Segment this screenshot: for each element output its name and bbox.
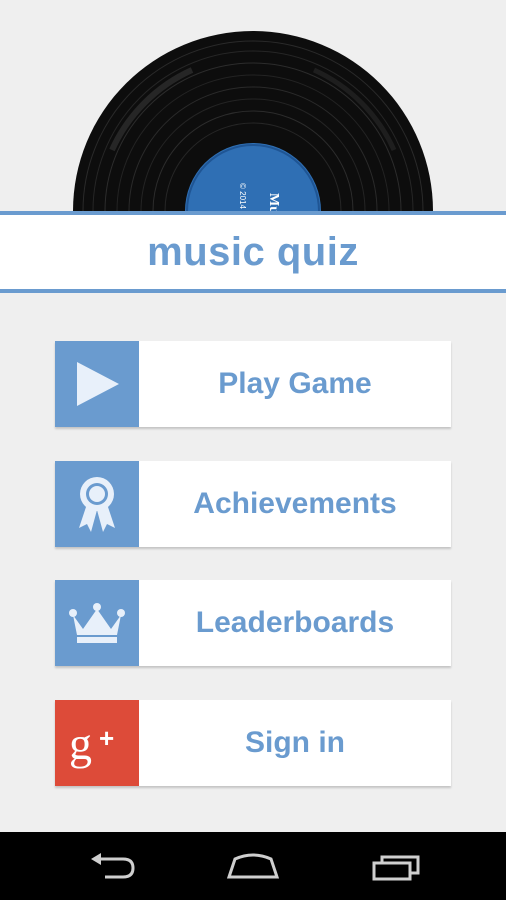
app-title: music quiz <box>147 229 359 274</box>
home-icon <box>226 853 280 879</box>
play-icon-tile <box>55 341 139 427</box>
play-icon <box>77 362 119 406</box>
main-screen: Music © 2014 music quiz Play Game <box>0 0 506 832</box>
vinyl-record-graphic: Music © 2014 <box>72 30 434 211</box>
system-navigation-bar <box>0 832 506 900</box>
crown-icon-tile <box>55 580 139 666</box>
recent-apps-icon <box>372 855 420 881</box>
svg-text:g: g <box>69 718 92 769</box>
sign-in-button[interactable]: g + Sign in <box>55 700 451 786</box>
leaderboards-label: Leaderboards <box>195 606 395 639</box>
google-plus-icon-tile: g + <box>55 700 139 786</box>
play-game-button[interactable]: Play Game <box>55 341 451 427</box>
google-plus-icon: g + <box>69 718 114 769</box>
recent-apps-button[interactable] <box>366 846 426 886</box>
title-banner: music quiz <box>0 211 506 293</box>
play-game-label: Play Game <box>218 367 372 400</box>
svg-text:+: + <box>99 723 114 753</box>
back-icon <box>91 853 135 879</box>
sign-in-label: Sign in <box>245 726 345 759</box>
leaderboards-button[interactable]: Leaderboards <box>55 580 451 666</box>
crown-icon <box>69 603 125 643</box>
home-button[interactable] <box>223 846 283 886</box>
award-ribbon-icon <box>79 477 115 532</box>
achievements-label: Achievements <box>193 487 397 520</box>
record-label-text: Music <box>266 193 281 211</box>
achievements-button[interactable]: Achievements <box>55 461 451 547</box>
back-button[interactable] <box>82 846 142 886</box>
award-icon-tile <box>55 461 139 547</box>
record-label-year: © 2014 <box>238 183 247 209</box>
